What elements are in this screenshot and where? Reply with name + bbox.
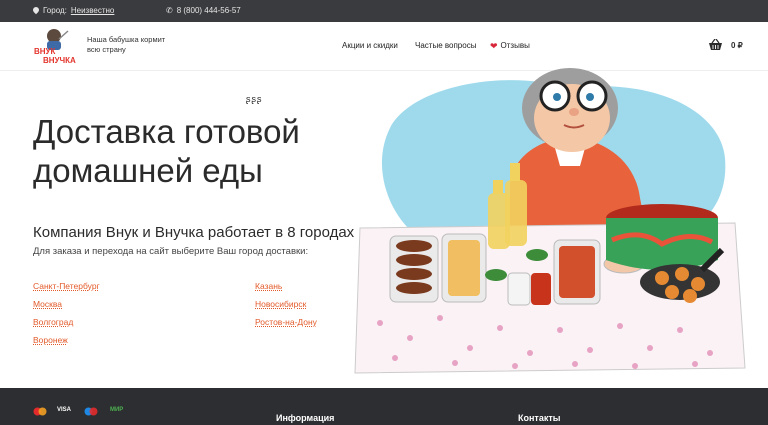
hero-instruction: Для заказа и перехода на сайт выберите В… — [33, 246, 309, 257]
footer-contacts-heading: Контакты — [518, 413, 561, 423]
site-footer: VISA МИР Информация Контакты — [0, 388, 768, 425]
city-link-novosibirsk[interactable]: Новосибирск — [255, 300, 317, 309]
oil-bottle-2 — [505, 180, 527, 246]
city-link-moscow[interactable]: Москва — [33, 300, 100, 309]
mir-logo: МИР — [110, 407, 124, 413]
stew — [559, 246, 595, 298]
basket-icon — [709, 39, 722, 50]
oil-bottle-2-neck — [510, 163, 520, 181]
tagline: Наша бабушка кормит всю страну — [87, 35, 166, 54]
nav-reviews[interactable]: ❤ Отзывы — [490, 41, 530, 50]
city-prefix: Город: — [43, 6, 67, 15]
nav-promotions[interactable]: Акции и скидки — [342, 41, 398, 50]
logo-word-1: ВНУК — [34, 47, 56, 56]
city-list-right: Казань Новосибирск Ростов-на-Дону — [255, 282, 317, 336]
location-pin-icon — [33, 7, 39, 15]
eye-right — [586, 93, 594, 101]
phone-icon: ✆ — [166, 5, 173, 15]
herb-bowl-1 — [485, 269, 507, 281]
grandma-illustration — [354, 68, 746, 374]
maestro-icon — [84, 407, 98, 416]
oil-bottle-1-neck — [493, 180, 503, 194]
noodles — [448, 240, 480, 296]
nav-reviews-label: Отзывы — [500, 41, 530, 50]
visa-logo: VISA — [57, 407, 72, 413]
heart-icon: ❤ — [490, 40, 498, 51]
site-header: ВНУК ВНУЧКА Наша бабушка кормит всю стра… — [0, 22, 768, 71]
phone-number[interactable]: ✆ 8 (800) 444-56-57 — [166, 6, 241, 15]
hero-subtitle: Компания Внук и Внучка работает в 8 горо… — [33, 224, 355, 241]
sauce-cup-white — [507, 272, 531, 306]
hero-title-line-1: Доставка готовой — [33, 113, 300, 150]
city-link-kazan[interactable]: Казань — [255, 282, 317, 291]
cart-total: 0 ₽ — [731, 40, 743, 50]
logo-word-2: ВНУЧКА — [43, 56, 76, 65]
hero-title: Доставка готовой домашней еды — [33, 112, 300, 190]
footer-info-heading: Информация — [276, 413, 335, 423]
sauce-cup-red — [531, 273, 551, 305]
city-link-rostov[interactable]: Ростов-на-Дону — [255, 318, 317, 327]
grandma-nose — [569, 108, 579, 116]
steam-icon: ʂʂʂ — [246, 94, 263, 104]
logo-grandma-head — [47, 29, 61, 43]
phone-text[interactable]: 8 (800) 444-56-57 — [177, 6, 241, 15]
nav-faq[interactable]: Частые вопросы — [415, 41, 476, 50]
city-selector[interactable]: Город: Неизвестно — [33, 6, 114, 15]
city-link-voronezh[interactable]: Воронеж — [33, 336, 100, 345]
city-list-left: Санкт-Петербург Москва Волгоград Воронеж — [33, 282, 100, 354]
top-bar: Город: Неизвестно ✆ 8 (800) 444-56-57 — [0, 0, 768, 22]
city-link-spb[interactable]: Санкт-Петербург — [33, 282, 100, 291]
eye-left — [553, 93, 561, 101]
mastercard-icon — [33, 407, 47, 416]
cart-button[interactable]: 0 ₽ — [708, 39, 743, 51]
city-link-volgograd[interactable]: Волгоград — [33, 318, 100, 327]
logo[interactable]: ВНУК ВНУЧКА — [32, 27, 78, 65]
herb-bowl-2 — [526, 249, 548, 261]
city-link[interactable]: Неизвестно — [71, 6, 115, 15]
hero-title-line-2: домашней еды — [33, 152, 263, 189]
